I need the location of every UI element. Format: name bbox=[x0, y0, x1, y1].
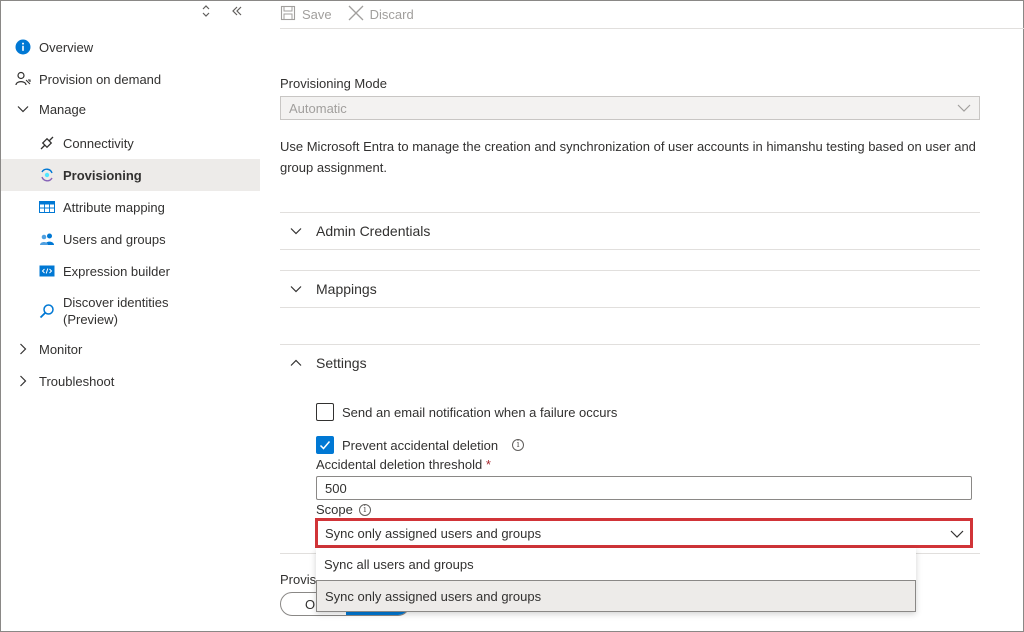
plug-icon bbox=[39, 135, 55, 151]
sidebar-item-label: Attribute mapping bbox=[63, 199, 165, 215]
info-icon[interactable]: i bbox=[512, 439, 525, 451]
sidebar-group-manage[interactable]: Manage bbox=[1, 93, 260, 125]
required-mark: * bbox=[485, 457, 491, 472]
sidebar-item-label: Provisioning bbox=[63, 167, 142, 183]
section-label: Admin Credentials bbox=[316, 223, 431, 239]
sidebar-item-connectivity[interactable]: Connectivity bbox=[1, 127, 260, 159]
sidebar-item-label: Troubleshoot bbox=[39, 373, 115, 389]
sidebar-item-label: Users and groups bbox=[63, 231, 166, 247]
close-icon bbox=[348, 5, 364, 24]
sidebar-item-label: Discover identities (Preview) bbox=[63, 295, 169, 327]
provisioning-description: Use Microsoft Entra to manage the creati… bbox=[280, 139, 976, 175]
chevron-up-icon bbox=[290, 357, 306, 369]
sidebar-group-troubleshoot[interactable]: Troubleshoot bbox=[1, 365, 260, 397]
divider bbox=[280, 307, 980, 308]
chevron-down-icon bbox=[290, 225, 306, 237]
sidebar-item-discover-identities[interactable]: Discover identities (Preview) bbox=[1, 292, 260, 330]
chevron-right-icon bbox=[15, 373, 31, 389]
expand-collapse-icon[interactable] bbox=[201, 4, 211, 21]
sidebar-item-provisioning[interactable]: Provisioning bbox=[1, 159, 260, 191]
sidebar-item-label: Manage bbox=[39, 101, 86, 117]
save-label: Save bbox=[302, 7, 332, 22]
provisioning-mode-select: Automatic bbox=[280, 96, 980, 120]
threshold-value: 500 bbox=[325, 480, 347, 496]
scope-dropdown-list: Sync all users and groups Sync only assi… bbox=[316, 548, 916, 612]
users-icon bbox=[39, 231, 55, 247]
provisioning-icon bbox=[39, 167, 55, 183]
section-label: Mappings bbox=[316, 281, 377, 297]
provisioning-mode-value: Automatic bbox=[289, 100, 347, 116]
code-window-icon bbox=[39, 263, 55, 279]
checkmark-icon bbox=[319, 441, 331, 450]
section-admin-credentials[interactable]: Admin Credentials bbox=[280, 213, 980, 249]
threshold-label-row: Accidental deletion threshold * bbox=[316, 457, 491, 472]
sidebar-controls bbox=[201, 3, 243, 21]
search-icon bbox=[39, 303, 55, 319]
divider bbox=[280, 249, 980, 250]
chevron-down-icon bbox=[950, 527, 964, 544]
command-bar: Save Discard bbox=[280, 1, 1024, 29]
table-icon bbox=[39, 199, 55, 215]
save-icon bbox=[280, 5, 296, 24]
prevent-deletion-checkbox[interactable] bbox=[316, 436, 334, 454]
section-settings[interactable]: Settings bbox=[280, 345, 980, 381]
chevron-down-icon bbox=[15, 101, 31, 117]
sidebar-item-label: Expression builder bbox=[63, 263, 170, 279]
sidebar-item-label: Overview bbox=[39, 39, 94, 55]
threshold-input[interactable]: 500 bbox=[316, 476, 972, 500]
scope-dropdown[interactable]: Sync only assigned users and groups bbox=[315, 518, 973, 548]
chevron-down-icon bbox=[957, 101, 971, 118]
collapse-sidebar-icon[interactable] bbox=[231, 5, 243, 20]
provisioning-mode-label: Provisioning Mode bbox=[280, 76, 387, 91]
sidebar-item-label: Connectivity bbox=[63, 135, 134, 151]
sidebar-item-attribute-mapping[interactable]: Attribute mapping bbox=[1, 191, 260, 223]
sidebar-item-overview[interactable]: Overview bbox=[1, 31, 260, 63]
scope-value: Sync only assigned users and groups bbox=[325, 525, 542, 541]
section-label: Settings bbox=[316, 355, 367, 371]
scope-label-row: Scope i bbox=[316, 502, 371, 517]
sidebar-item-label: Provision on demand bbox=[39, 71, 162, 87]
sidebar-item-users-and-groups[interactable]: Users and groups bbox=[1, 223, 260, 255]
email-notification-label: Send an email notification when a failur… bbox=[342, 404, 618, 420]
chevron-right-icon bbox=[15, 341, 31, 357]
discard-button[interactable]: Discard bbox=[348, 5, 414, 24]
provisioning-status-label: Provis bbox=[280, 572, 317, 587]
info-icon[interactable]: i bbox=[358, 503, 371, 516]
person-sync-icon bbox=[15, 71, 31, 87]
email-notification-checkbox[interactable] bbox=[316, 403, 334, 421]
scope-option[interactable]: Sync only assigned users and groups bbox=[316, 580, 916, 612]
sidebar-item-expression-builder[interactable]: Expression builder bbox=[1, 255, 260, 287]
email-notification-row[interactable]: Send an email notification when a failur… bbox=[316, 403, 617, 421]
scope-option[interactable]: Sync all users and groups bbox=[316, 548, 916, 580]
discard-label: Discard bbox=[369, 7, 414, 22]
chevron-down-icon bbox=[290, 283, 306, 295]
info-icon bbox=[15, 39, 31, 55]
sidebar-item-label: Monitor bbox=[39, 341, 83, 357]
threshold-label: Accidental deletion threshold bbox=[316, 457, 483, 472]
sidebar-group-monitor[interactable]: Monitor bbox=[1, 333, 260, 365]
prevent-deletion-row[interactable]: Prevent accidental deletion i bbox=[316, 436, 525, 454]
toggle-off-label: O bbox=[305, 597, 316, 612]
section-mappings[interactable]: Mappings bbox=[280, 271, 980, 307]
sidebar-nav: Overview Provision on demand Manage Conn… bbox=[1, 1, 260, 631]
save-button[interactable]: Save bbox=[280, 5, 332, 24]
sidebar-item-provision-on-demand[interactable]: Provision on demand bbox=[1, 63, 260, 95]
scope-label: Scope bbox=[316, 502, 353, 517]
prevent-deletion-label: Prevent accidental deletion bbox=[342, 437, 499, 453]
scrollbar[interactable] bbox=[1013, 29, 1023, 629]
